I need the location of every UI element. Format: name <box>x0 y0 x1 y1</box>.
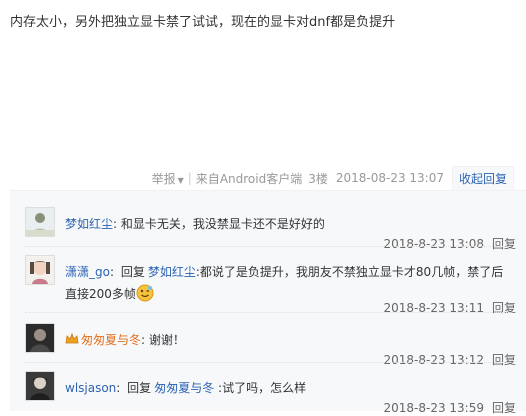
reply-text: 和显卡无关，我没禁显卡还不是好好的 <box>120 217 325 231</box>
reply-meta: 2018-8-23 13:59 回复 <box>383 399 516 416</box>
colon: : <box>109 265 115 279</box>
reply-word: 回复 <box>120 265 145 279</box>
colon: : <box>141 333 146 347</box>
reply-button[interactable]: 回复 <box>492 401 516 415</box>
report-link[interactable]: 举报 ▼ <box>152 170 184 187</box>
avatar-image <box>26 256 54 284</box>
post-time: 2018-08-23 13:07 <box>335 171 444 185</box>
divider <box>25 312 511 313</box>
colon: : <box>116 381 121 395</box>
reply-target-user[interactable]: 匆匆夏与冬 <box>154 381 214 395</box>
avatar[interactable] <box>25 371 55 401</box>
wink-smiley-emoji-icon <box>136 284 154 302</box>
reply-button[interactable]: 回复 <box>492 353 516 367</box>
reply-meta: 2018-8-23 13:12 回复 <box>383 351 516 368</box>
reply-meta: 2018-8-23 13:08 回复 <box>383 235 516 252</box>
reply-username[interactable]: wlsjason <box>65 381 116 395</box>
reply-meta: 2018-8-23 13:11 回复 <box>383 299 516 316</box>
reply-username[interactable]: 匆匆夏与冬 <box>81 333 141 347</box>
avatar[interactable] <box>25 255 55 285</box>
reply-text: 试了吗，怎么样 <box>222 381 307 395</box>
avatar[interactable] <box>25 207 55 237</box>
report-label: 举报 <box>151 171 176 186</box>
colon: : <box>113 217 118 231</box>
avatar-image <box>26 208 54 236</box>
post-tail: 举报 ▼ | 来自 Android客户端 3楼 2018-08-23 13:07 … <box>152 166 514 190</box>
vip-crown-icon <box>65 331 79 345</box>
floor-number: 3楼 <box>308 171 328 186</box>
reply-target-user[interactable]: 梦如红尘 <box>148 265 196 279</box>
collapse-replies-button[interactable]: 收起回复 <box>452 166 514 190</box>
avatar-image <box>26 372 54 400</box>
divider <box>25 246 511 247</box>
reply-username[interactable]: 梦如红尘 <box>65 217 113 231</box>
post-content: 内存太小，另外把独立显卡禁了试试，现在的显卡对dnf都是负提升 <box>10 15 396 30</box>
separator: | <box>187 171 192 185</box>
reply-content: wlsjason: 回复 匆匆夏与冬 :试了吗，怎么样 <box>65 377 505 399</box>
avatar-image <box>26 324 54 352</box>
client-link[interactable]: Android客户端 <box>220 170 302 187</box>
triangle-down-icon: ▼ <box>177 175 184 185</box>
reply-username[interactable]: 潇潇_go <box>65 265 110 279</box>
reply-time: 2018-8-23 13:08 <box>383 237 484 251</box>
reply-content: 梦如红尘: 和显卡无关，我没禁显卡还不是好好的 <box>65 213 505 235</box>
avatar[interactable] <box>25 323 55 353</box>
reply-button[interactable]: 回复 <box>492 237 516 251</box>
reply-word: 回复 <box>127 381 152 395</box>
divider <box>25 362 511 363</box>
reply-time: 2018-8-23 13:12 <box>383 353 484 367</box>
reply-content: 匆匆夏与冬: 谢谢！ <box>65 329 505 351</box>
reply-time: 2018-8-23 13:59 <box>383 401 484 415</box>
reply-list: 梦如红尘: 和显卡无关，我没禁显卡还不是好好的 2018-8-23 13:08 回… <box>10 190 526 415</box>
from-prefix: 来自 <box>195 171 220 186</box>
reply-text: 谢谢！ <box>148 333 185 347</box>
